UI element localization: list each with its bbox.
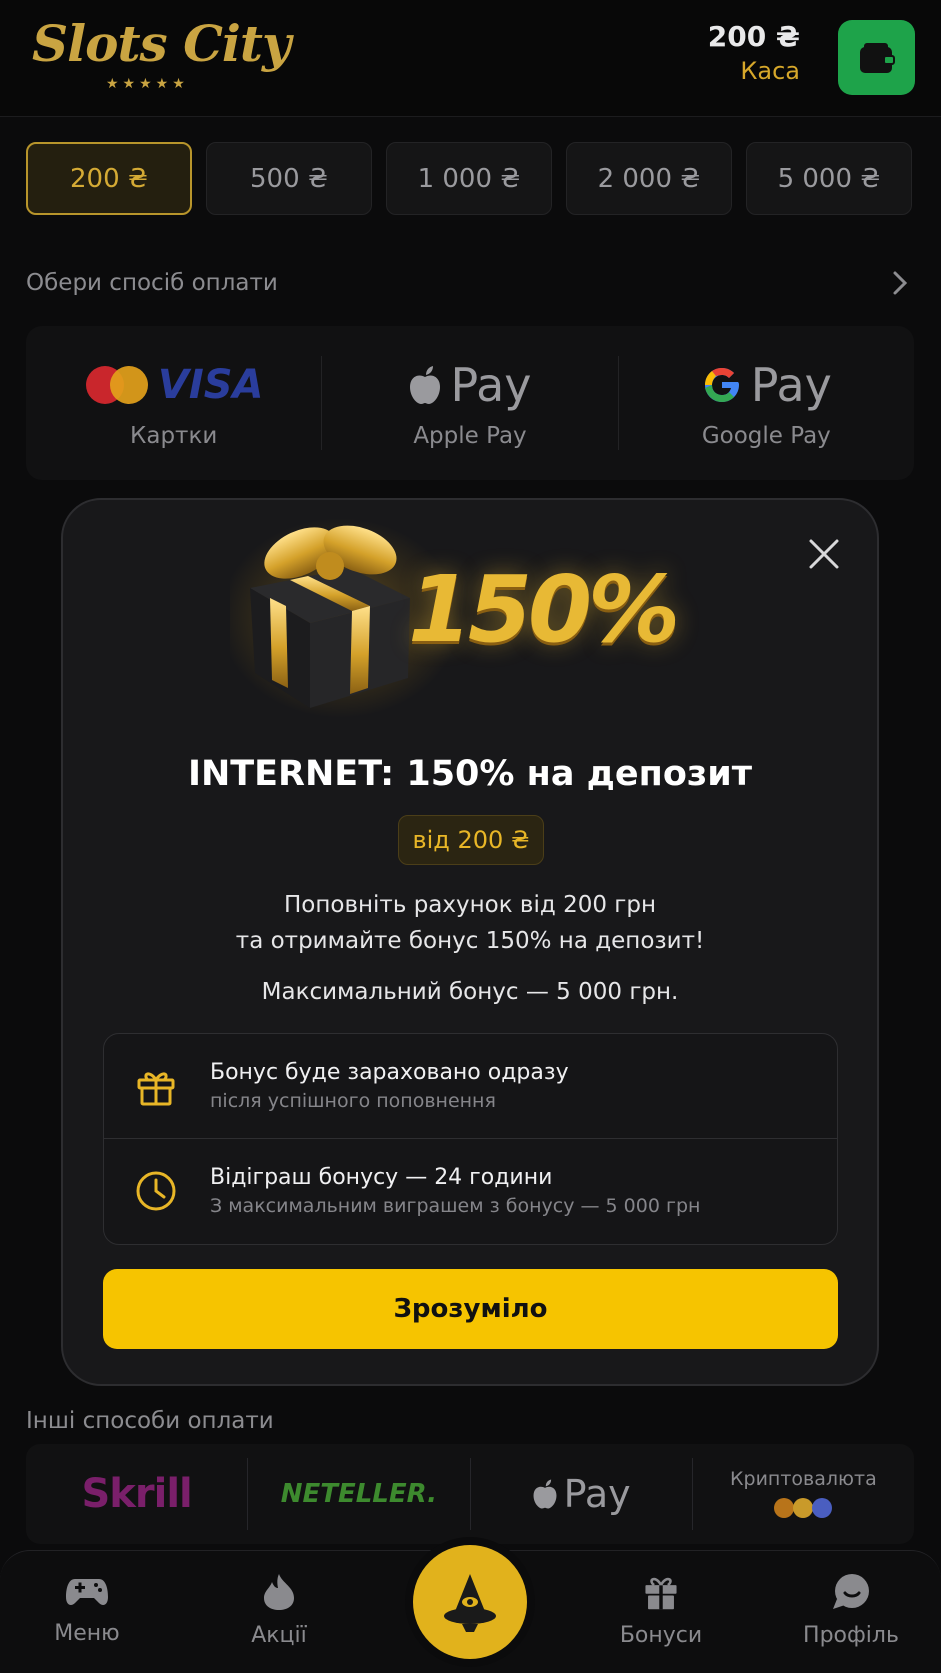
- neteller-logo: NETELLER.: [280, 1479, 438, 1509]
- payment-method-skrill[interactable]: Skrill: [26, 1458, 249, 1530]
- gift-icon: [137, 1072, 175, 1106]
- top-header: Slots City ★★★★★ 200 ₴ Каса: [0, 0, 941, 117]
- close-icon: [809, 539, 839, 569]
- info-row-wager: Відіграш бонусу — 24 години З максимальн…: [104, 1138, 837, 1243]
- apple-pay-logo: Pay: [408, 357, 532, 413]
- nav-label: Меню: [54, 1621, 120, 1646]
- crypto-coins-icon: [774, 1498, 833, 1518]
- visa-mastercard-logo: VISA: [84, 357, 264, 413]
- payment-method-cards[interactable]: VISA Картки: [26, 356, 323, 450]
- bonus-info-box: Бонус буде зараховано одразу після успіш…: [103, 1033, 838, 1245]
- apple-pay-logo: Pay: [532, 1472, 631, 1516]
- flame-icon: [264, 1574, 294, 1610]
- pay-text: Pay: [563, 1472, 631, 1516]
- balance-block[interactable]: 200 ₴ Каса: [708, 20, 800, 85]
- crypto-label: Криптовалюта: [730, 1468, 877, 1490]
- close-button[interactable]: [804, 534, 844, 574]
- payment-methods-card: VISA Картки Pay Apple Pay Pay Google Pay: [26, 326, 914, 480]
- nav-label: Акції: [251, 1623, 307, 1648]
- apple-icon: [410, 366, 441, 404]
- amount-chip-5000[interactable]: 5 000 ₴: [746, 142, 912, 215]
- google-pay-logo: Pay: [701, 357, 832, 413]
- pay-text: Pay: [750, 358, 832, 412]
- payment-method-label: Картки: [130, 423, 218, 449]
- payment-method-google-pay[interactable]: Pay Google Pay: [619, 356, 914, 450]
- gift-icon: [645, 1577, 677, 1610]
- logo-stars: ★★★★★: [106, 76, 189, 92]
- amount-chip-2000[interactable]: 2 000 ₴: [566, 142, 732, 215]
- chevron-right-icon[interactable]: [890, 268, 910, 298]
- nav-label: Бонуси: [619, 1623, 703, 1648]
- understood-button[interactable]: Зрозуміло: [103, 1269, 838, 1349]
- slots-city-logo[interactable]: Slots City ★★★★★: [32, 14, 291, 94]
- nav-label: Профіль: [803, 1623, 899, 1648]
- max-bonus-text: Максимальний бонус — 5 000 грн.: [261, 979, 679, 1005]
- modal-description-line: Поповніть рахунок від 200 грн: [283, 892, 657, 918]
- info-title: Бонус буде зараховано одразу: [210, 1060, 569, 1085]
- nav-item-menu[interactable]: Меню: [22, 1573, 152, 1646]
- cashier-label: Каса: [740, 57, 800, 85]
- modal-title: INTERNET: 150% на депозит: [187, 754, 753, 794]
- nav-item-bonuses[interactable]: Бонуси: [596, 1573, 726, 1648]
- payment-method-neteller[interactable]: NETELLER.: [248, 1458, 471, 1530]
- chat-icon: [833, 1574, 869, 1609]
- balance-amount: 200 ₴: [707, 20, 800, 53]
- nav-item-profile[interactable]: Профіль: [786, 1573, 916, 1648]
- payment-method-label: Apple Pay: [413, 423, 527, 449]
- amount-chip-200[interactable]: 200 ₴: [26, 142, 192, 215]
- other-methods-title: Інші способи оплати: [26, 1408, 274, 1434]
- pay-text: Pay: [450, 358, 532, 412]
- google-g-icon: [704, 368, 739, 402]
- mastercard-icon: [85, 366, 148, 404]
- info-subtitle: З максимальним виграшем з бонусу — 5 000…: [210, 1195, 701, 1217]
- wizard-logo-icon: [444, 1574, 496, 1632]
- gamepad-icon: [66, 1579, 108, 1605]
- wallet-icon: [859, 42, 895, 73]
- clock-icon: [136, 1171, 176, 1211]
- amount-chip-1000[interactable]: 1 000 ₴: [386, 142, 552, 215]
- payment-method-apple-pay-alt[interactable]: Pay: [471, 1458, 693, 1530]
- amount-chip-500[interactable]: 500 ₴: [206, 142, 372, 215]
- home-center-button[interactable]: [413, 1545, 527, 1659]
- visa-logo-text: VISA: [157, 362, 264, 408]
- payment-method-title: Обери спосіб оплати: [26, 270, 278, 296]
- payment-method-label: Google Pay: [701, 423, 831, 449]
- apple-icon: [533, 1479, 557, 1509]
- modal-description-line: та отримайте бонус 150% на депозит!: [235, 928, 705, 954]
- info-title: Відіграш бонусу — 24 години: [210, 1165, 553, 1190]
- wallet-button[interactable]: [838, 20, 915, 95]
- skrill-logo: Skrill: [81, 1471, 192, 1517]
- other-methods-card: Skrill NETELLER. Pay Криптовалюта: [26, 1444, 914, 1544]
- amount-chips: 200 ₴ 500 ₴ 1 000 ₴ 2 000 ₴ 5 000 ₴: [26, 142, 916, 215]
- info-row-credit: Бонус буде зараховано одразу після успіш…: [104, 1034, 837, 1138]
- promo-percent-text: 150%: [408, 556, 680, 663]
- gift-promo-image: 150%: [230, 508, 700, 728]
- min-deposit-badge: від 200 ₴: [398, 815, 544, 865]
- payment-method-apple-pay[interactable]: Pay Apple Pay: [322, 356, 619, 450]
- payment-method-crypto[interactable]: Криптовалюта: [693, 1458, 914, 1530]
- logo-text: Slots City: [32, 14, 291, 73]
- info-subtitle: після успішного поповнення: [210, 1090, 496, 1112]
- nav-item-promotions[interactable]: Акції: [214, 1573, 344, 1648]
